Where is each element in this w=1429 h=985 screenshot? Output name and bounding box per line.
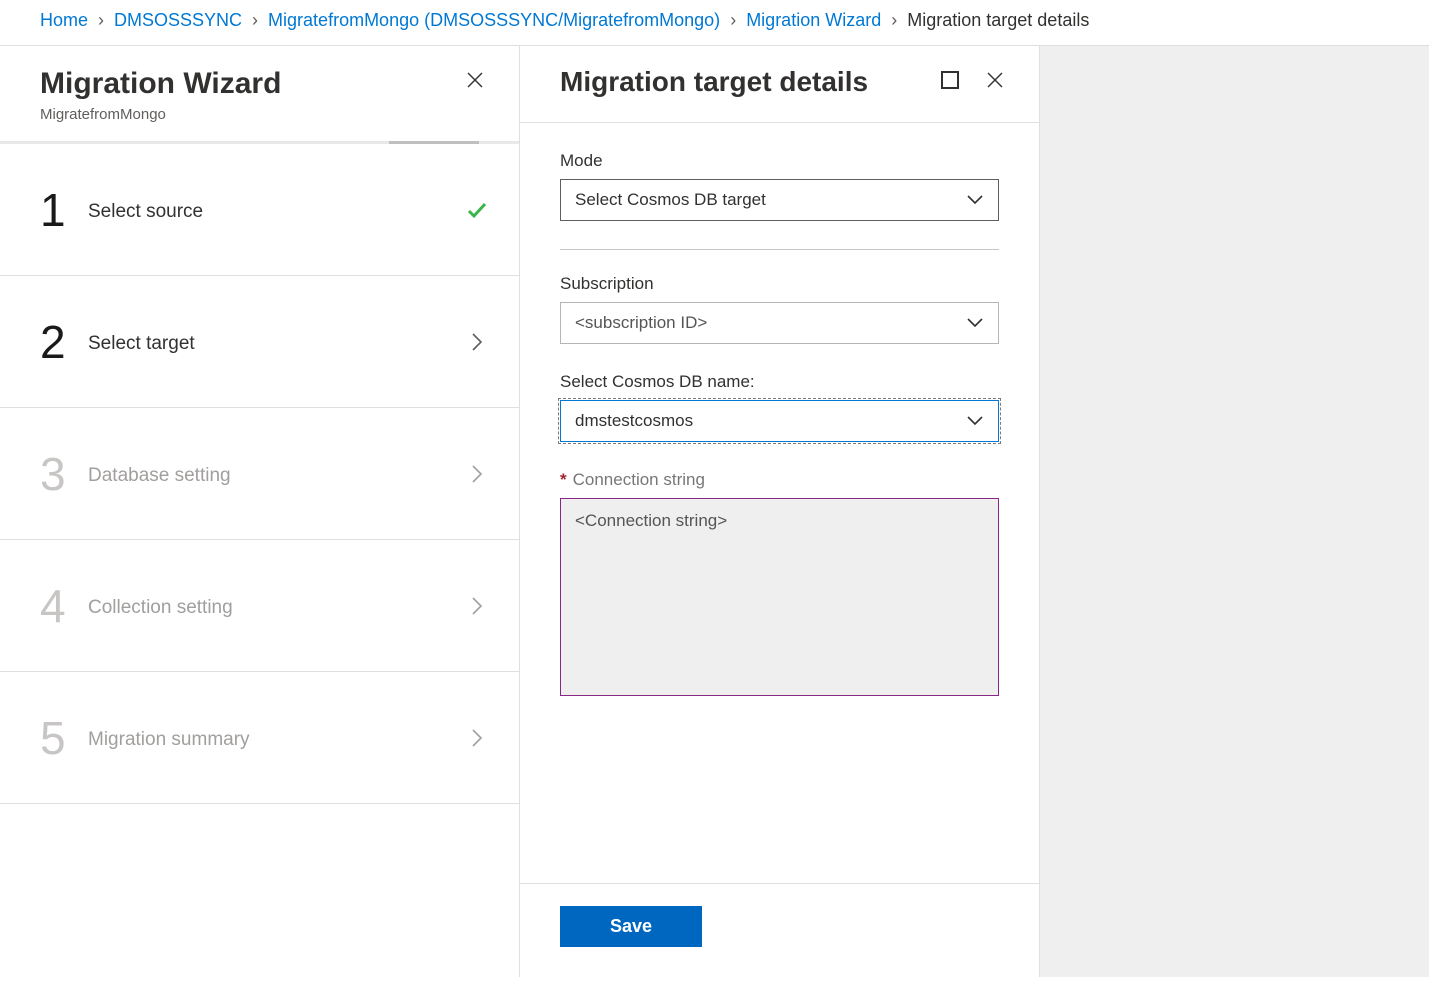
wizard-step-database-setting[interactable]: 3 Database setting xyxy=(0,408,519,540)
chevron-right-icon: › xyxy=(98,10,104,31)
step-number: 2 xyxy=(40,319,88,365)
chevron-right-icon: › xyxy=(891,10,897,31)
subscription-select[interactable]: <subscription ID> xyxy=(560,302,999,344)
step-number: 1 xyxy=(40,187,88,233)
chevron-right-icon xyxy=(465,462,489,486)
chevron-down-icon xyxy=(966,415,984,427)
wizard-title: Migration Wizard xyxy=(40,66,281,102)
mode-label: Mode xyxy=(560,151,999,171)
connection-string-label: * Connection string xyxy=(560,470,999,490)
save-button[interactable]: Save xyxy=(560,906,702,947)
breadcrumb-link-migratefrommongo[interactable]: MigratefromMongo (DMSOSSSYNC/Migratefrom… xyxy=(268,10,720,31)
divider xyxy=(560,249,999,250)
step-label: Database setting xyxy=(88,461,465,487)
detail-panel: Migration target details Mode Select Cos… xyxy=(520,46,1040,977)
subscription-value: <subscription ID> xyxy=(575,313,707,333)
wizard-steps: 1 Select source 2 Select target 3 Databa… xyxy=(0,144,519,977)
close-icon[interactable] xyxy=(461,66,489,94)
detail-footer: Save xyxy=(520,883,1039,977)
chevron-right-icon xyxy=(465,594,489,618)
breadcrumb-link-dmsosssync[interactable]: DMSOSSSYNC xyxy=(114,10,242,31)
detail-title: Migration target details xyxy=(560,66,868,98)
breadcrumb-current: Migration target details xyxy=(907,10,1089,31)
cosmos-name-select[interactable]: dmstestcosmos xyxy=(560,400,999,442)
step-number: 3 xyxy=(40,451,88,497)
breadcrumb-link-home[interactable]: Home xyxy=(40,10,88,31)
step-number: 4 xyxy=(40,583,88,629)
breadcrumb-link-migration-wizard[interactable]: Migration Wizard xyxy=(746,10,881,31)
subscription-label: Subscription xyxy=(560,274,999,294)
cosmos-name-value: dmstestcosmos xyxy=(575,411,693,431)
breadcrumb: Home › DMSOSSSYNC › MigratefromMongo (DM… xyxy=(0,0,1429,46)
wizard-step-select-target[interactable]: 2 Select target xyxy=(0,276,519,408)
chevron-right-icon xyxy=(465,726,489,750)
empty-area xyxy=(1040,46,1429,977)
wizard-step-select-source[interactable]: 1 Select source xyxy=(0,144,519,276)
wizard-header: Migration Wizard MigratefromMongo xyxy=(0,46,519,144)
wizard-subtitle: MigratefromMongo xyxy=(40,106,281,123)
mode-select[interactable]: Select Cosmos DB target xyxy=(560,179,999,221)
check-icon xyxy=(465,197,489,223)
chevron-down-icon xyxy=(966,317,984,329)
connection-string-input[interactable]: <Connection string> xyxy=(560,498,999,696)
detail-header: Migration target details xyxy=(520,46,1039,123)
chevron-right-icon: › xyxy=(730,10,736,31)
step-label: Select target xyxy=(88,329,465,355)
step-label: Migration summary xyxy=(88,725,465,751)
maximize-icon[interactable] xyxy=(941,71,959,89)
wizard-step-migration-summary[interactable]: 5 Migration summary xyxy=(0,672,519,804)
wizard-panel: Migration Wizard MigratefromMongo 1 Sele… xyxy=(0,46,520,977)
step-label: Select source xyxy=(88,197,465,223)
chevron-right-icon: › xyxy=(252,10,258,31)
step-label: Collection setting xyxy=(88,593,465,619)
wizard-step-collection-setting[interactable]: 4 Collection setting xyxy=(0,540,519,672)
close-icon[interactable] xyxy=(981,66,1009,94)
cosmos-name-label: Select Cosmos DB name: xyxy=(560,372,999,392)
mode-value: Select Cosmos DB target xyxy=(575,190,766,210)
chevron-right-icon xyxy=(465,330,489,354)
connection-string-placeholder: <Connection string> xyxy=(575,511,727,530)
chevron-down-icon xyxy=(966,194,984,206)
required-star: * xyxy=(560,470,567,490)
step-number: 5 xyxy=(40,715,88,761)
detail-body: Mode Select Cosmos DB target Subscriptio… xyxy=(520,123,1039,883)
